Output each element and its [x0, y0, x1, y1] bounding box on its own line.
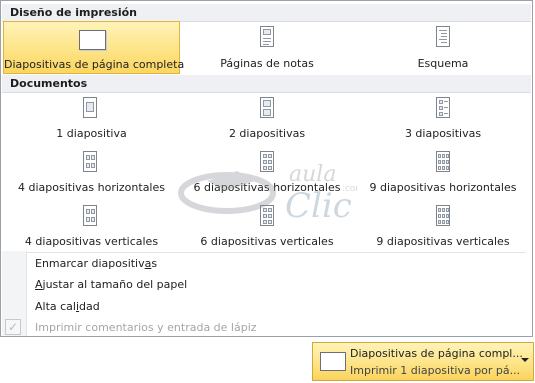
handout-9-horizontal[interactable]: 9 diapositivas horizontales — [354, 148, 532, 198]
handout-3-slides-label: 3 diapositivas — [404, 127, 482, 140]
layout-notes-pages-label: Páginas de notas — [220, 57, 314, 70]
layout-outline[interactable]: Esquema — [354, 21, 532, 74]
dropdown-title: Diapositivas de página compl... — [350, 347, 523, 360]
comments-check-icon: ✓ — [5, 319, 21, 335]
layout-notes-pages[interactable]: Páginas de notas — [181, 21, 353, 74]
options-separator — [27, 252, 526, 253]
three-slides-icon — [436, 97, 450, 118]
handout-9-horizontal-label: 9 diapositivas horizontales — [369, 181, 517, 194]
handout-1-slide[interactable]: 1 diapositiva — [3, 94, 180, 144]
handout-3-slides[interactable]: 3 diapositivas — [354, 94, 532, 144]
four-vertical-icon — [83, 205, 97, 226]
notes-page-icon — [260, 26, 274, 47]
handout-4-horizontal[interactable]: 4 diapositivas horizontales — [3, 148, 180, 198]
outline-icon — [436, 26, 450, 47]
handout-6-vertical-label: 6 diapositivas verticales — [200, 235, 334, 248]
handout-1-slide-label: 1 diapositiva — [56, 127, 127, 140]
two-slides-icon — [260, 97, 274, 118]
section-header-print-layout: Diseño de impresión — [2, 4, 531, 22]
layout-full-page-slides-label: Diapositivas de página completa — [4, 58, 185, 71]
dropdown-arrow-icon — [521, 358, 529, 362]
handout-4-vertical-label: 4 diapositivas verticales — [24, 235, 159, 248]
dropdown-subtitle: Imprimir 1 diapositiva por pá... — [350, 364, 521, 377]
handout-4-horizontal-label: 4 diapositivas horizontales — [18, 181, 165, 194]
handout-2-slides-label: 2 diapositivas — [228, 127, 306, 140]
layout-full-page-slides[interactable]: Diapositivas de página completa — [3, 21, 185, 74]
option-high-quality[interactable]: Alta calidad — [35, 297, 100, 317]
print-layout-panel: Diseño de impresión Diapositivas de pági… — [0, 0, 533, 337]
handout-4-vertical[interactable]: 4 diapositivas verticales — [3, 202, 180, 252]
watermark-clic: Clic — [285, 186, 352, 226]
section-header-documents: Documentos — [2, 75, 531, 93]
four-horizontal-icon — [83, 151, 97, 172]
full-page-slide-icon — [79, 30, 106, 50]
nine-vertical-icon — [436, 205, 450, 226]
print-layout-dropdown[interactable]: Diapositivas de página compl... Imprimir… — [312, 342, 534, 381]
handout-9-vertical[interactable]: 9 diapositivas verticales — [354, 202, 532, 252]
handout-2-slides[interactable]: 2 diapositivas — [181, 94, 353, 144]
option-fit-to-paper[interactable]: Ajustar al tamaño del papel — [35, 275, 187, 295]
one-slide-icon — [83, 97, 97, 118]
handout-9-vertical-label: 9 diapositivas verticales — [376, 235, 510, 248]
option-frame-slides[interactable]: Enmarcar diapositivas — [35, 254, 157, 274]
layout-outline-label: Esquema — [417, 57, 469, 70]
full-page-slide-icon — [320, 352, 346, 371]
aulaclic-watermark: aula .com Clic — [178, 162, 357, 226]
option-print-comments: Imprimir comentarios y entrada de lápiz — [35, 321, 257, 334]
watermark-aula: aula — [289, 162, 336, 187]
nine-horizontal-icon — [436, 151, 450, 172]
